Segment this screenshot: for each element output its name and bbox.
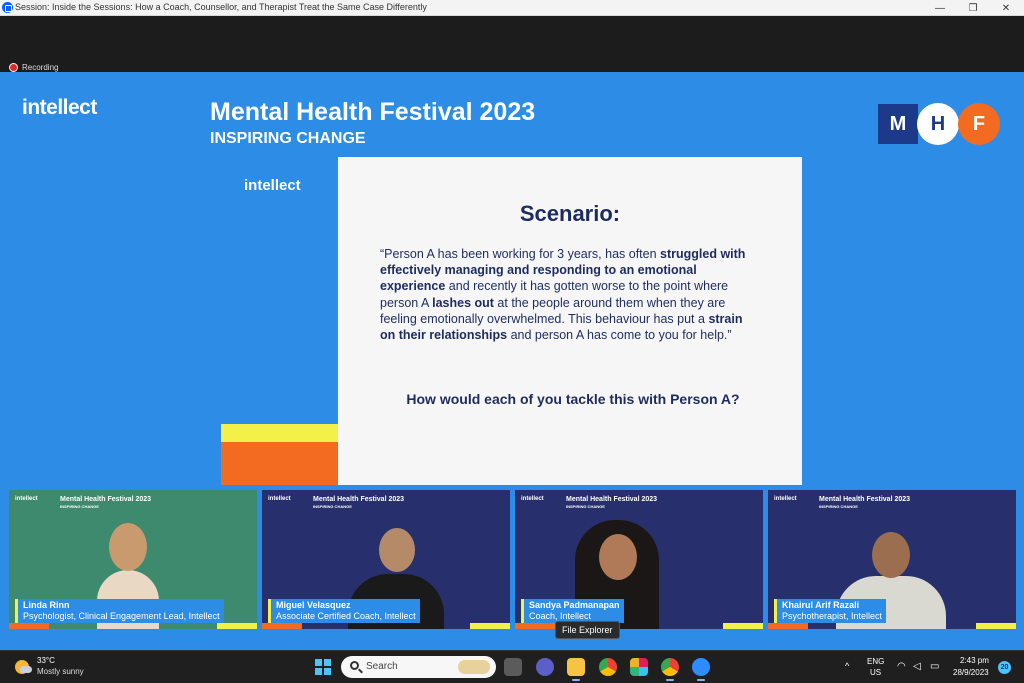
presentation-slide: intellect Scenario: “Person A has been w…	[221, 157, 802, 485]
slide-intellect-logo: intellect	[244, 177, 301, 194]
scenario-heading: Scenario:	[519, 201, 621, 226]
participant-name-label: Miguel Velasquez Associate Certified Coa…	[268, 599, 420, 623]
battery-icon[interactable]: ▭	[930, 661, 939, 672]
intellect-logo: intellect	[22, 96, 97, 119]
recording-label: Recording	[22, 63, 59, 72]
taskbar-search[interactable]: Search	[341, 656, 496, 678]
clock-date[interactable]: 28/9/2023	[953, 668, 989, 677]
recording-indicator[interactable]: Recording	[9, 63, 58, 72]
minimize-button[interactable]: —	[925, 0, 955, 16]
start-button[interactable]	[315, 659, 331, 675]
file-explorer-active-indicator	[572, 679, 580, 681]
participant-tile-khairul[interactable]: intellect Mental Health Festival 2023 IN…	[768, 490, 1016, 629]
input-region[interactable]: US	[870, 668, 881, 677]
participant-head	[109, 523, 147, 571]
input-language[interactable]: ENG	[867, 657, 884, 666]
festival-title: Mental Health Festival 2023	[210, 98, 536, 126]
search-highlight-image	[458, 660, 490, 674]
festival-subtitle: INSPIRING CHANGE	[210, 130, 366, 147]
window-title-bar: Session: Inside the Sessions: How a Coac…	[0, 0, 1024, 16]
chrome-icon[interactable]	[599, 658, 617, 676]
participant-tile-miguel[interactable]: intellect Mental Health Festival 2023 IN…	[262, 490, 510, 629]
mhf-logo-f: F	[958, 103, 1000, 145]
search-icon	[350, 661, 359, 670]
recording-icon	[9, 63, 18, 72]
zoom-app-icon	[2, 2, 13, 13]
volume-icon[interactable]: ◁	[913, 661, 921, 672]
participant-name-label: Sandya Padmanapan Coach, Intellect	[521, 599, 624, 623]
shared-screen: intellect Mental Health Festival 2023 IN…	[0, 72, 1024, 650]
windows-logo-icon	[315, 659, 322, 666]
clock-time[interactable]: 2:43 pm	[960, 656, 989, 665]
notification-badge[interactable]: 20	[998, 661, 1011, 674]
weather-icon[interactable]	[15, 660, 32, 674]
teams-icon[interactable]	[536, 658, 554, 676]
weather-temp[interactable]: 33°C	[37, 656, 55, 665]
file-explorer-icon[interactable]	[567, 658, 585, 676]
slide-orange-band	[221, 442, 338, 485]
chrome-profile-icon[interactable]	[661, 658, 679, 676]
wifi-icon[interactable]: ◠	[897, 661, 906, 672]
participant-head	[379, 528, 415, 572]
mhf-logo-h: H	[917, 103, 959, 145]
participant-name-label: Khairul Arif Razali Psychotherapist, Int…	[774, 599, 887, 623]
mhf-logo: M H F	[878, 103, 1000, 145]
task-view-icon[interactable]	[504, 658, 522, 676]
zoom-icon[interactable]	[692, 658, 710, 676]
weather-condition[interactable]: Mostly sunny	[37, 667, 84, 676]
restore-button[interactable]: ❐	[958, 0, 988, 16]
taskbar: 33°C Mostly sunny Search ^ ENG US ◠ ◁ ▭ …	[0, 650, 1024, 683]
scenario-text: “Person A has been working for 3 years, …	[380, 247, 746, 343]
search-label: Search	[366, 661, 398, 672]
close-button[interactable]: ✕	[991, 0, 1021, 16]
participant-name-label: Linda Rinn Psychologist, Clinical Engage…	[15, 599, 224, 623]
participant-head	[599, 534, 637, 580]
slide-yellow-band	[221, 424, 338, 442]
participant-tile-sandya[interactable]: intellect Mental Health Festival 2023 IN…	[515, 490, 763, 629]
meeting-toolbar-area	[0, 16, 1024, 72]
file-explorer-tooltip: File Explorer	[555, 621, 620, 639]
participant-head	[872, 532, 910, 578]
tray-overflow-chevron-icon[interactable]: ^	[845, 661, 849, 671]
mhf-logo-m: M	[878, 104, 918, 144]
scenario-question: How would each of you tackle this with P…	[406, 391, 740, 407]
window-title: Session: Inside the Sessions: How a Coac…	[15, 2, 427, 12]
participant-tile-linda[interactable]: intellect Mental Health Festival 2023 IN…	[9, 490, 257, 629]
slack-icon[interactable]	[630, 658, 648, 676]
